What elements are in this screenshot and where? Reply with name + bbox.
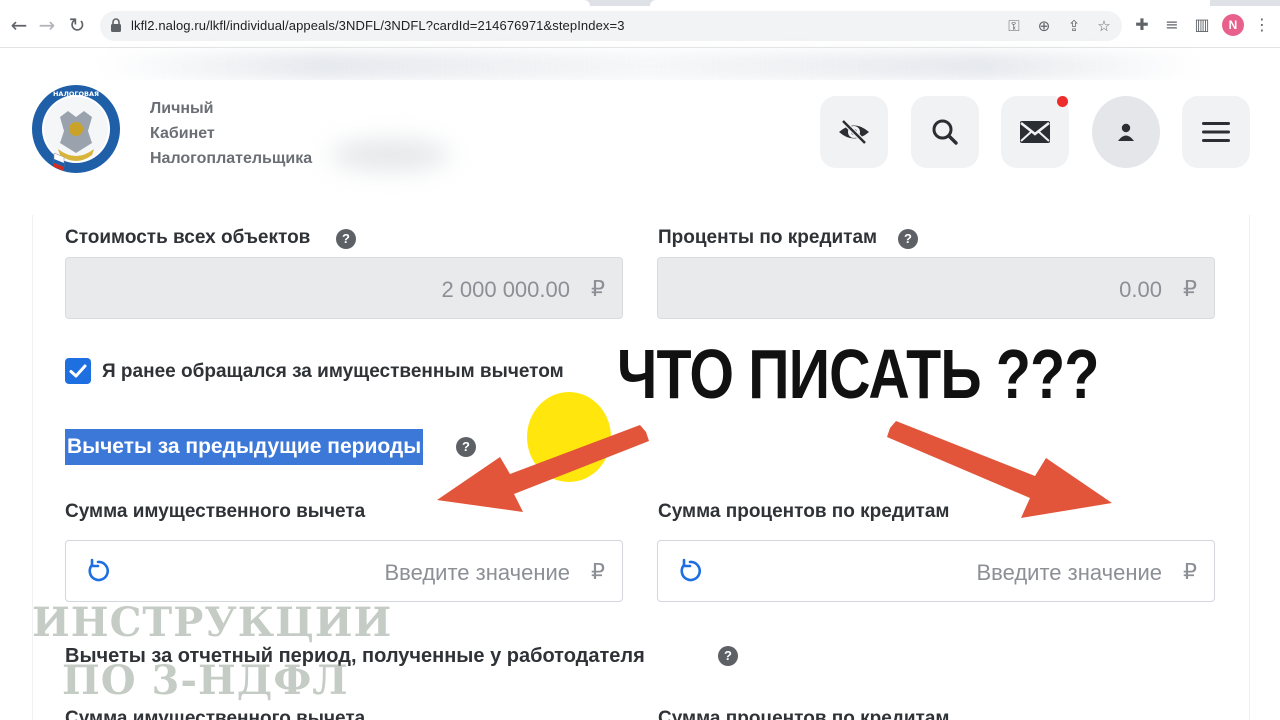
checkmark-icon: [69, 364, 87, 378]
user-icon: [1118, 123, 1134, 141]
input-placeholder: Введите значение: [384, 560, 570, 585]
more-menu-icon[interactable]: ⋮: [1252, 15, 1272, 35]
tab-other[interactable]: [650, 0, 1210, 6]
watermark-line-1: ИНСТРУКЦИИ: [32, 599, 393, 646]
envelope-icon: [1020, 121, 1050, 143]
cost-field: 2 000 000.00 ₽: [65, 257, 623, 319]
prev-deduction-input[interactable]: Введите значение ₽: [65, 540, 623, 602]
back-icon[interactable]: ←: [8, 14, 30, 36]
side-panel-icon[interactable]: ▥: [1192, 15, 1212, 35]
address-bar[interactable]: lkfl2.nalog.ru/lkfl/individual/appeals/3…: [100, 11, 1122, 41]
blurred-region: [330, 140, 450, 170]
interest-label: Проценты по кредитам: [658, 227, 878, 248]
browser-toolbar: ← → ↻ lkfl2.nalog.ru/lkfl/individual/app…: [0, 0, 1280, 48]
employer-interest-label: Сумма процентов по кредитам: [658, 708, 950, 720]
brand-line-3: Налогоплательщика: [150, 150, 313, 167]
notification-badge: [1057, 96, 1068, 107]
brand-title[interactable]: Личный Кабинет Налогоплательщика: [150, 96, 312, 171]
share-icon[interactable]: ⇪: [1065, 17, 1083, 35]
help-icon[interactable]: ?: [718, 646, 738, 666]
interest-value: 0.00: [1119, 277, 1162, 302]
reset-icon[interactable]: [676, 557, 704, 585]
reading-list-icon[interactable]: ≡: [1162, 15, 1182, 35]
prev-interest-label: Сумма процентов по кредитам: [658, 501, 950, 522]
brand-line-1: Личный: [150, 100, 214, 117]
hamburger-icon: [1202, 122, 1230, 142]
svg-text:НАЛОГОВАЯ: НАЛОГОВАЯ: [53, 90, 99, 98]
prev-interest-input[interactable]: Введите значение ₽: [657, 540, 1215, 602]
interest-field: 0.00 ₽: [657, 257, 1215, 319]
prev-periods-title: Вычеты за предыдущие периоды: [65, 429, 424, 465]
checkbox-label[interactable]: Я ранее обращался за имущественным вычет…: [102, 361, 564, 383]
input-placeholder: Введите значение: [976, 560, 1162, 585]
search-icon: [932, 119, 958, 145]
menu-button[interactable]: [1182, 96, 1250, 168]
video-caption: ЧТО ПИСАТЬ ???: [617, 335, 1099, 413]
channel-watermark: ИНСТРУКЦИИ ПО 3-НДФЛ: [32, 594, 392, 710]
lock-icon: [111, 18, 121, 32]
watermark-line-2: ПО 3-НДФЛ: [62, 657, 349, 704]
key-icon[interactable]: ⚿: [1005, 17, 1023, 35]
profile-button[interactable]: [1092, 96, 1160, 168]
brand-line-2: Кабинет: [150, 125, 215, 142]
reset-icon[interactable]: [84, 557, 112, 585]
ruble-icon: ₽: [591, 559, 605, 584]
prev-deduction-label: Сумма имущественного вычета: [65, 501, 366, 522]
search-button[interactable]: [911, 96, 979, 168]
extensions-icon[interactable]: ✚: [1132, 15, 1152, 35]
previous-deduction-checkbox[interactable]: [65, 358, 91, 384]
messages-button[interactable]: [1001, 96, 1069, 168]
bookmark-star-icon[interactable]: ☆: [1095, 17, 1113, 35]
zoom-icon[interactable]: ⊕: [1035, 17, 1053, 35]
ruble-icon: ₽: [591, 276, 605, 301]
eye-off-icon: [839, 119, 869, 145]
forward-icon[interactable]: →: [36, 14, 58, 36]
fns-logo-icon: НАЛОГОВАЯ: [32, 85, 120, 173]
help-icon[interactable]: ?: [456, 437, 476, 457]
cost-label: Стоимость всех объектов: [65, 227, 311, 248]
help-icon[interactable]: ?: [898, 229, 918, 249]
cursor-highlight: [527, 392, 611, 482]
tab-strip: [0, 0, 1280, 6]
ruble-icon: ₽: [1183, 559, 1197, 584]
profile-avatar[interactable]: N: [1222, 14, 1244, 36]
help-icon[interactable]: ?: [336, 229, 356, 249]
reload-icon[interactable]: ↻: [66, 14, 88, 36]
blurred-banner: [100, 52, 1200, 80]
url-text[interactable]: lkfl2.nalog.ru/lkfl/individual/appeals/3…: [131, 18, 625, 33]
visibility-toggle-button[interactable]: [820, 96, 888, 168]
cost-value: 2 000 000.00: [441, 277, 570, 302]
tab-active[interactable]: [0, 0, 590, 6]
ruble-icon: ₽: [1183, 276, 1197, 301]
